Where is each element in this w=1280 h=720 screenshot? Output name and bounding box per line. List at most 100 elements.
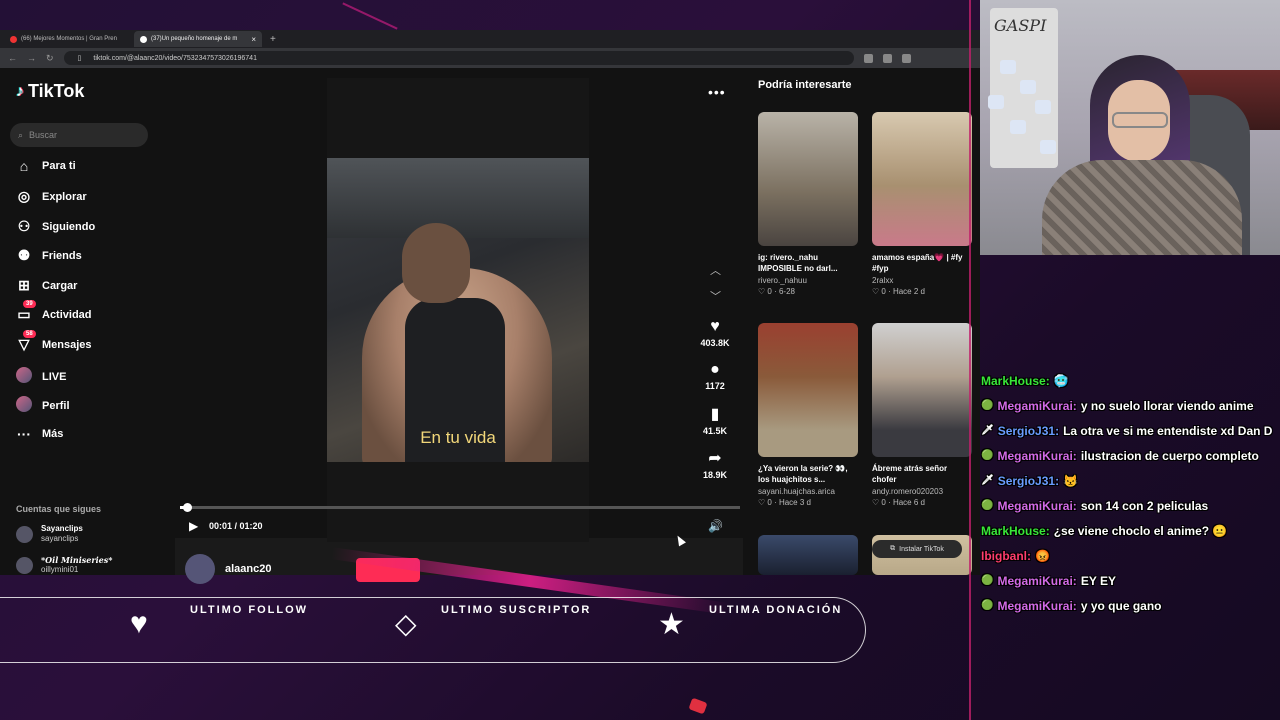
- person-head: [402, 223, 470, 303]
- following-handle: oillymini01: [41, 565, 79, 574]
- author-row[interactable]: alaanc20: [185, 554, 271, 584]
- rec-user[interactable]: 2ralxx: [872, 276, 972, 285]
- play-icon[interactable]: ▶: [189, 519, 198, 533]
- star-icon: ★: [658, 608, 685, 641]
- sidebar-item-actividad[interactable]: ▭ 39 Actividad: [15, 300, 92, 323]
- close-tab-icon[interactable]: ×: [251, 35, 256, 44]
- progress-bar[interactable]: [180, 503, 740, 512]
- save-button[interactable]: ▮ 41.5K: [695, 404, 735, 436]
- like-button[interactable]: ♥ 403.8K: [695, 318, 735, 348]
- extension-icon[interactable]: [882, 53, 892, 63]
- following-item[interactable]: Sayanclips sayanclips: [16, 524, 83, 544]
- chat-badge-icon: 🟢: [981, 575, 994, 586]
- sticker: [1020, 80, 1036, 94]
- tiktok-page: ♪ TikTok ⌕ Buscar ⌂ Para ti ◎ Explorar ⚇ Sigu…: [0, 68, 980, 584]
- more-options-icon[interactable]: •••: [708, 84, 726, 100]
- comment-button[interactable]: ● 1172: [695, 361, 735, 391]
- search-input[interactable]: ⌕ Buscar: [10, 123, 148, 147]
- rec-card[interactable]: ¿Ya vieron la serie? 👀, los huajchitos s…: [758, 323, 858, 507]
- rec-thumbnail[interactable]: [758, 535, 858, 575]
- tiktok-logo[interactable]: ♪ TikTok: [16, 81, 84, 102]
- following-item[interactable]: *Oil Miniseries* oillymini01: [16, 555, 112, 575]
- prev-video-icon[interactable]: ︿: [710, 262, 721, 278]
- rec-user[interactable]: sayani.huajchas.arica: [758, 487, 858, 496]
- tab-youtube[interactable]: (66) Mejores Momentos | Gran Pren: [4, 31, 132, 47]
- chat-username: MarkHouse:: [981, 523, 1050, 538]
- address-row: ← → ↻ ▯ tiktok.com/@alaanc20/video/75323…: [0, 48, 980, 68]
- rec-thumbnail[interactable]: [872, 323, 972, 457]
- chat-username: MarkHouse:: [981, 373, 1050, 388]
- volume-icon[interactable]: 🔊: [708, 519, 723, 533]
- rec-title[interactable]: ¿Ya vieron la serie? 👀, los huajchitos s…: [758, 463, 858, 485]
- reload-icon[interactable]: ↻: [46, 53, 54, 64]
- following-name: Sayanclips: [41, 524, 83, 533]
- extension-icon[interactable]: [863, 53, 873, 63]
- sticker: [1040, 140, 1056, 154]
- chat-message: MarkHouse: ¿se viene choclo el anime? 😐: [981, 518, 1280, 543]
- last-sub-label: ULTIMO SUSCRIPTOR: [441, 604, 592, 616]
- rec-thumbnail[interactable]: [758, 112, 858, 246]
- poster-text: GASPI: [994, 16, 1047, 35]
- video-player[interactable]: En tu vida ••• ︿ ﹀ ♥ 403.8K ● 1172 ▮ 41.…: [175, 78, 743, 584]
- chat-username: MegamiKurai:: [997, 448, 1077, 463]
- sidebar-item-para-ti[interactable]: ⌂ Para ti: [15, 158, 76, 174]
- share-icon: ➦: [708, 450, 722, 467]
- tab-tiktok[interactable]: (37)Un pequeño homenaje de m ×: [134, 31, 262, 47]
- menu-icon[interactable]: [901, 53, 911, 63]
- upload-icon: ⊞: [18, 277, 30, 293]
- chat-text: EY EY: [1080, 573, 1116, 588]
- rec-card[interactable]: ig: rivero._nahu IMPOSIBLE no darl... ri…: [758, 112, 858, 296]
- rec-thumbnail[interactable]: [872, 112, 972, 246]
- avatar: [16, 367, 32, 383]
- stream-scene: (66) Mejores Momentos | Gran Pren (37)Un…: [0, 0, 1280, 720]
- sidebar-item-live[interactable]: LIVE: [15, 367, 66, 386]
- tiktok-note-icon: ♪: [16, 82, 24, 100]
- next-video-icon[interactable]: ﹀: [710, 288, 721, 304]
- bookmark-icon[interactable]: ▯: [78, 54, 82, 62]
- live-icon: [15, 367, 33, 386]
- decor-blob: [688, 697, 708, 715]
- new-tab-button[interactable]: +: [264, 34, 282, 45]
- rec-user[interactable]: andy.romero020203: [872, 487, 972, 496]
- chat-username: MegamiKurai:: [997, 598, 1077, 613]
- install-label: Instalar TikTok: [899, 545, 944, 553]
- youtube-icon: [10, 35, 17, 43]
- sidebar-item-label: Explorar: [42, 190, 87, 203]
- chat-message: 🟢 MegamiKurai: y yo que gano: [981, 593, 1280, 618]
- back-icon[interactable]: ←: [8, 53, 17, 63]
- rec-title[interactable]: Ábreme atrás señor chofer: [872, 463, 972, 485]
- video-caption: En tu vida: [420, 428, 496, 447]
- sidebar-item-cargar[interactable]: ⊞ Cargar: [15, 277, 77, 294]
- chat-badge-icon: 🟢: [981, 450, 994, 461]
- rec-title[interactable]: ig: rivero._nahu IMPOSIBLE no darl...: [758, 252, 858, 274]
- forward-icon[interactable]: →: [27, 53, 36, 63]
- share-button[interactable]: ➦ 18.9K: [695, 448, 735, 480]
- following-handle: sayanclips: [41, 534, 79, 543]
- author-name[interactable]: alaanc20: [225, 563, 271, 575]
- sticker: [1010, 120, 1026, 134]
- sidebar: ♪ TikTok ⌕ Buscar ⌂ Para ti ◎ Explorar ⚇ Sigu…: [0, 68, 170, 575]
- install-tiktok-button[interactable]: ⧉ Instalar TikTok: [872, 540, 962, 558]
- sidebar-item-perfil[interactable]: Perfil: [15, 396, 70, 415]
- address-bar[interactable]: ▯ tiktok.com/@alaanc20/video/75323475730…: [63, 51, 854, 65]
- sidebar-item-siguiendo[interactable]: ⚇ Siguiendo: [15, 218, 95, 235]
- rec-card[interactable]: [758, 535, 858, 575]
- sidebar-item-friends[interactable]: ⚉ Friends: [15, 247, 82, 264]
- chat-text: La otra ve si me entendiste xd Dan D: [1063, 423, 1273, 438]
- profile-icon: [15, 396, 33, 415]
- comment-icon: ●: [710, 361, 720, 378]
- video-content[interactable]: [327, 158, 589, 462]
- sidebar-item-mensajes[interactable]: ▽ 58 Mensajes: [15, 330, 92, 353]
- chat-username: MegamiKurai:: [997, 398, 1077, 413]
- rec-card[interactable]: amamos españa💗 | #fy #fyp 2ralxx ♡ 0 · H…: [872, 112, 972, 296]
- author-avatar[interactable]: [185, 554, 215, 584]
- progress-knob[interactable]: [183, 503, 192, 512]
- rec-thumbnail[interactable]: [758, 323, 858, 457]
- sticker: [1000, 60, 1016, 74]
- sidebar-item-m-s[interactable]: ··· Más: [15, 426, 63, 442]
- sidebar-item-explorar[interactable]: ◎ Explorar: [15, 188, 87, 205]
- rec-user[interactable]: rivero._nahuu: [758, 276, 858, 285]
- chat-badge-icon: 🟢: [981, 500, 994, 511]
- rec-title[interactable]: amamos españa💗 | #fy #fyp: [872, 252, 972, 274]
- rec-card[interactable]: Ábreme atrás señor chofer andy.romero020…: [872, 323, 972, 507]
